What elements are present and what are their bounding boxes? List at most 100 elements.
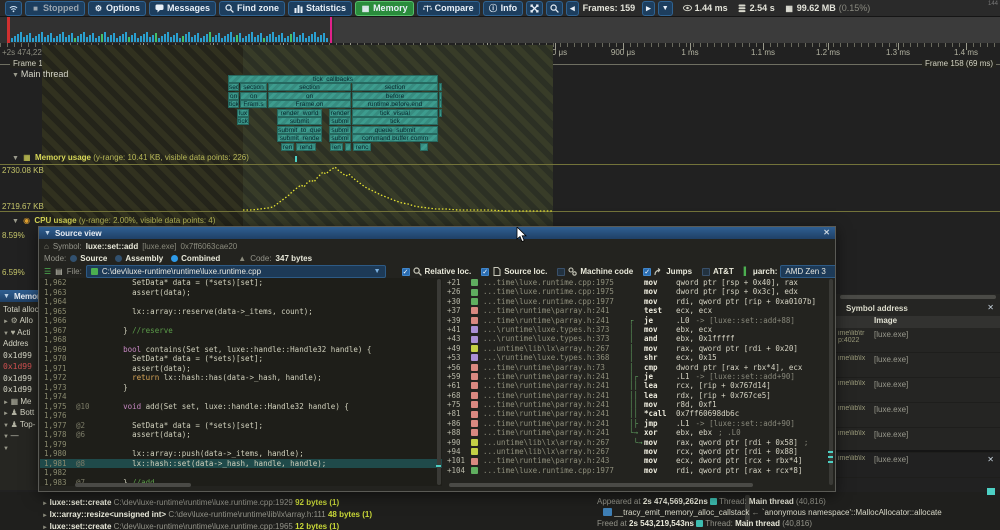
allocation-callstack-row[interactable]: __tracy_emit_memory_alloc_callstack ← `a…: [603, 508, 942, 517]
memory-window-item[interactable]: 0x1d99: [0, 360, 38, 372]
asm-row-+75[interactable]: +75...time\runtime\parray.h:241││movr8d,…: [445, 400, 835, 409]
assembly-vertical-scrollbar[interactable]: [829, 279, 833, 485]
memory-window-item[interactable]: Addres: [0, 337, 38, 349]
asm-row-+68[interactable]: +68...time\runtime\parray.h:241││leardx,…: [445, 391, 835, 400]
asm-row-+88[interactable]: +88...time\runtime\parray.h:241└→xorebx,…: [445, 428, 835, 437]
asm-row-+59[interactable]: +59...time\runtime\parray.h:241│┌je.L1->…: [445, 372, 835, 381]
asm-row-+37[interactable]: +37...time\runtime\parray.h:241testecx, …: [445, 306, 835, 315]
asm-row-+41[interactable]: +41...\runtime\luxe.types.h:373│movebx, …: [445, 325, 835, 334]
source-line-1969[interactable]: 1,969 bool contains(Set set, luxe::handl…: [40, 345, 442, 355]
option-at-t[interactable]: AT&T: [702, 267, 734, 276]
memory-window-item[interactable]: ► ▦ Me: [0, 394, 38, 406]
source-line-1973[interactable]: 1,973 }: [40, 383, 442, 393]
cpu-icon: ◉: [23, 216, 30, 225]
memory-window-item[interactable]: Total alloca: [0, 302, 38, 314]
option-jumps[interactable]: ✓Jumps: [643, 267, 692, 276]
source-view-window: ▼ Source view ✕ ⌂ Symbol: luxe::set::add…: [38, 226, 836, 492]
symbol-table-row[interactable]: ime\lib\lx[luxe.exe]: [836, 453, 1000, 478]
filter-icon: ▼: [3, 293, 10, 300]
source-line-1977[interactable]: 1,977@2 SetData* data = (*sets)[set];: [40, 421, 442, 431]
source-line-1965[interactable]: 1,965 lx::array::reserve(data->_items, c…: [40, 307, 442, 317]
source-line-1964[interactable]: 1,964: [40, 297, 442, 307]
march-selector[interactable]: ▍μarch:AMD Zen 3▼Lat: [744, 265, 835, 278]
mode-radio-assembly[interactable]: Assembly: [115, 254, 163, 263]
asm-row-+104[interactable]: +104...time\luxe.runtime.cpp:1977movrdi,…: [445, 466, 835, 475]
assembly-pane[interactable]: +21...time\luxe.runtime.cpp:1975movqword…: [445, 278, 835, 486]
memory-window-item[interactable]: ► ⚙ Allo: [0, 314, 38, 326]
source-code-pane[interactable]: 1,962 SetData* data = (*sets)[set];1,963…: [40, 278, 442, 486]
option-source-loc-[interactable]: ✓Source loc.: [481, 267, 547, 276]
option-machine-code[interactable]: Machine code: [557, 267, 633, 276]
option-relative-loc-[interactable]: ✓Relative loc.: [402, 267, 472, 276]
asm-row-+81[interactable]: +81...time\runtime\parray.h:241││*call0x…: [445, 409, 835, 418]
source-loc-color-icon: [471, 307, 478, 314]
symbol-address-header[interactable]: Symbol address: [846, 304, 908, 313]
close-icon[interactable]: ✕: [987, 304, 994, 312]
asm-row-+86[interactable]: +86...time\runtime\parray.h:241│├jmp.L1-…: [445, 419, 835, 428]
source-line-1981[interactable]: 1,981@8 lx::hash::set(data->_hash, handl…: [40, 459, 442, 469]
horizontal-scrollbar[interactable]: [840, 295, 996, 299]
memory-window-item[interactable]: 0x1d99: [0, 348, 38, 360]
symbol-table-row[interactable]: ime\lib\tr p:4022[luxe.exe]: [836, 328, 1000, 353]
source-view-titlebar[interactable]: ▼ Source view ✕: [39, 227, 835, 239]
window-divider: [836, 450, 1000, 452]
asm-row-+30[interactable]: +30...time\luxe.runtime.cpp:1977movrdi, …: [445, 297, 835, 306]
scrollbar-handle[interactable]: [987, 488, 995, 495]
source-line-1975[interactable]: 1,975@10 void add(Set set, luxe::handle:…: [40, 402, 442, 412]
asm-row-+101[interactable]: +101...time\runtime\parray.h:243movecx, …: [445, 456, 835, 465]
asm-row-+56[interactable]: +56...time\runtime\parray.h:73│cmpdword …: [445, 363, 835, 372]
memory-window-item[interactable]: 0x1d99: [0, 371, 38, 383]
source-line-1979[interactable]: 1,979: [40, 440, 442, 450]
memory-window-item[interactable]: ▼ —: [0, 429, 38, 441]
source-line-1982[interactable]: 1,982: [40, 468, 442, 478]
cpu-plot-header[interactable]: ▼ ◉ CPU usage (y-range: 2.00%, visible d…: [12, 216, 215, 225]
source-line-1967[interactable]: 1,967 } //reserve: [40, 326, 442, 336]
allocation-list-item[interactable]: ► luxe::set::create C:\dev\luxe-runtime\…: [42, 522, 339, 530]
asm-row-+94[interactable]: +94...untime\lib\lx\array.h:267movrcx, q…: [445, 447, 835, 456]
asm-row-+21[interactable]: +21...time\luxe.runtime.cpp:1975movqword…: [445, 278, 835, 287]
mode-radio-combined[interactable]: Combined: [171, 254, 220, 263]
source-line-1976[interactable]: 1,976: [40, 411, 442, 421]
asm-row-+43[interactable]: +43...\runtime\luxe.types.h:373│andebx, …: [445, 334, 835, 343]
close-icon[interactable]: ✕: [987, 456, 994, 464]
allocation-list-item[interactable]: ► lx::array::resize<unsigned int> C:\dev…: [42, 510, 372, 519]
memory-window-item[interactable]: ▼ ♥ Acti: [0, 325, 38, 337]
source-line-1978[interactable]: 1,978@6 assert(data);: [40, 430, 442, 440]
source-line-1971[interactable]: 1,971 assert(data);: [40, 364, 442, 374]
file-selector[interactable]: C:\dev\luxe-runtime\runtime\luxe.runtime…: [86, 265, 386, 278]
asm-row-+39[interactable]: +39...time\runtime\parray.h:241┌je.L0-> …: [445, 316, 835, 325]
assembly-horizontal-scrollbar[interactable]: [449, 483, 753, 487]
source-line-1972[interactable]: 1,972 return lx::hash::has(data->_hash, …: [40, 373, 442, 383]
memory-window-item[interactable]: ▼ ♟ Top-: [0, 417, 38, 429]
symbol-table-row[interactable]: ime\lib\lx[luxe.exe]: [836, 353, 1000, 378]
source-line-1966[interactable]: 1,966: [40, 316, 442, 326]
source-line-1974[interactable]: 1,974: [40, 392, 442, 402]
close-icon[interactable]: ✕: [823, 229, 830, 237]
asm-row-+53[interactable]: +53...\runtime\luxe.types.h:368│shrecx, …: [445, 353, 835, 362]
mode-radio-source[interactable]: Source: [70, 254, 107, 263]
source-loc-color-icon: [471, 345, 478, 352]
scroll-marker: [436, 465, 441, 467]
source-line-1962[interactable]: 1,962 SetData* data = (*sets)[set];: [40, 278, 442, 288]
table-header[interactable]: Image: [836, 316, 1000, 328]
tracy-profiler-window: ■Stopped⚙OptionsMessagesFind zoneStatist…: [0, 0, 1000, 530]
symbol-table-row[interactable]: ime\lib\lx[luxe.exe]: [836, 403, 1000, 428]
thread-color-icon: [696, 520, 703, 527]
asm-row-+90[interactable]: +90...untime\lib\lx\array.h:267 └→movrax…: [445, 438, 835, 447]
source-line-1980[interactable]: 1,980 lx::array::push(data->_items, hand…: [40, 449, 442, 459]
asm-row-+61[interactable]: +61...time\runtime\parray.h:241││learcx,…: [445, 381, 835, 390]
source-line-1963[interactable]: 1,963 assert(data);: [40, 288, 442, 298]
asm-row-+49[interactable]: +49...untime\lib\lx\array.h:267│movrax, …: [445, 344, 835, 353]
source-line-1968[interactable]: 1,968: [40, 335, 442, 345]
symbol-table-row[interactable]: ime\lib\lx[luxe.exe]: [836, 378, 1000, 403]
memory-window-item[interactable]: 0x1d99: [0, 383, 38, 395]
memory-window-titlebar[interactable]: ▼ Memory: [0, 290, 38, 302]
source-line-1970[interactable]: 1,970 SetData* data = (*sets)[set];: [40, 354, 442, 364]
source-horizontal-scrollbar[interactable]: [75, 483, 191, 487]
allocation-list-item[interactable]: ► luxe::set::create C:\dev\luxe-runtime\…: [42, 498, 339, 507]
memory-window-item[interactable]: ► ♟ Bott: [0, 406, 38, 418]
asm-row-+26[interactable]: +26...time\luxe.runtime.cpp:1975movdword…: [445, 287, 835, 296]
gears-icon: [568, 267, 577, 276]
memory-window-item[interactable]: ▼: [0, 440, 38, 452]
source-vertical-scrollbar[interactable]: [437, 279, 441, 485]
